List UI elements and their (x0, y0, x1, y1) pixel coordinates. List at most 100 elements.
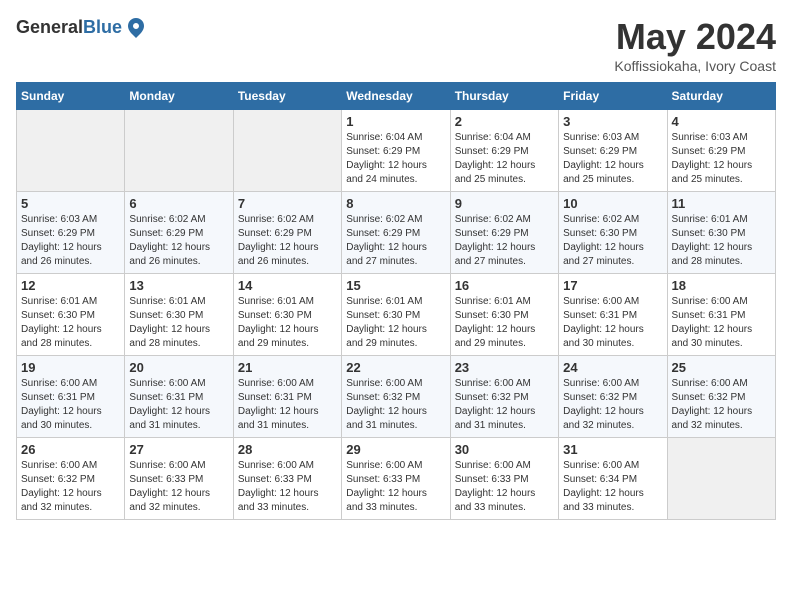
day-info: Sunrise: 6:00 AMSunset: 6:33 PMDaylight:… (238, 459, 337, 515)
weekday-header-wednesday: Wednesday (342, 83, 450, 110)
calendar-cell: 3 Sunrise: 6:03 AMSunset: 6:29 PMDaylight… (559, 110, 667, 192)
weekday-header-friday: Friday (559, 83, 667, 110)
calendar-cell: 18Sunrise: 6:00 AMSunset: 6:31 PMDayligh… (667, 274, 775, 356)
day-number: 28 (238, 442, 337, 457)
calendar-cell: 6Sunrise: 6:02 AMSunset: 6:29 PMDaylight… (125, 192, 233, 274)
calendar-cell: 30 Sunrise: 6:00 AMSunset: 6:33 PMDayligh… (450, 438, 558, 520)
calendar-cell: 22 Sunrise: 6:00 AMSunset: 6:32 PMDayligh… (342, 356, 450, 438)
day-number: 21 (238, 360, 337, 375)
day-info: Sunrise: 6:00 AMSunset: 6:34 PMDaylight:… (563, 459, 662, 515)
day-number: 13 (129, 278, 228, 293)
week-row-1: 1Sunrise: 6:04 AMSunset: 6:29 PMDaylight… (17, 110, 776, 192)
day-info: Sunrise: 6:01 AMSunset: 6:30 PMDaylight:… (129, 295, 228, 351)
calendar-cell: 27 Sunrise: 6:00 AMSunset: 6:33 PMDayligh… (125, 438, 233, 520)
calendar-cell: 29 Sunrise: 6:00 AMSunset: 6:33 PMDayligh… (342, 438, 450, 520)
calendar-cell: 17 Sunrise: 6:00 AMSunset: 6:31 PMDayligh… (559, 274, 667, 356)
calendar-cell: 12 Sunrise: 6:01 AMSunset: 6:30 PMDayligh… (17, 274, 125, 356)
day-info: Sunrise: 6:00 AMSunset: 6:31 PMDaylight:… (21, 377, 120, 433)
day-info: Sunrise: 6:00 AMSunset: 6:33 PMDaylight:… (346, 459, 445, 515)
day-info: Sunrise: 6:00 AMSunset: 6:32 PMDaylight:… (455, 377, 554, 433)
day-info: Sunrise: 6:00 AMSunset: 6:31 PMDaylight:… (238, 377, 337, 433)
title-area: May 2024 Koffissiokaha, Ivory Coast (614, 16, 776, 74)
day-info: Sunrise: 6:01 AMSunset: 6:30 PMDaylight:… (455, 295, 554, 351)
calendar-cell: 7Sunrise: 6:02 AMSunset: 6:29 PMDaylight… (233, 192, 341, 274)
calendar-cell: 19 Sunrise: 6:00 AMSunset: 6:31 PMDayligh… (17, 356, 125, 438)
calendar-cell: 5Sunrise: 6:03 AMSunset: 6:29 PMDaylight… (17, 192, 125, 274)
day-number: 25 (672, 360, 771, 375)
calendar-cell: 8 Sunrise: 6:02 AMSunset: 6:29 PMDaylight… (342, 192, 450, 274)
calendar-cell (233, 110, 341, 192)
calendar-cell: 9Sunrise: 6:02 AMSunset: 6:29 PMDaylight… (450, 192, 558, 274)
calendar-cell: 15 Sunrise: 6:01 AMSunset: 6:30 PMDayligh… (342, 274, 450, 356)
day-number: 14 (238, 278, 337, 293)
day-info: Sunrise: 6:00 AMSunset: 6:31 PMDaylight:… (672, 295, 771, 351)
day-info: Sunrise: 6:03 AMSunset: 6:29 PMDaylight:… (672, 131, 771, 187)
calendar-cell: 28 Sunrise: 6:00 AMSunset: 6:33 PMDayligh… (233, 438, 341, 520)
calendar-cell: 25 Sunrise: 6:00 AMSunset: 6:32 PMDayligh… (667, 356, 775, 438)
day-info: Sunrise: 6:00 AMSunset: 6:32 PMDaylight:… (672, 377, 771, 433)
calendar-cell: 20Sunrise: 6:00 AMSunset: 6:31 PMDayligh… (125, 356, 233, 438)
day-number: 9 (455, 196, 554, 211)
weekday-header-saturday: Saturday (667, 83, 775, 110)
day-info: Sunrise: 6:01 AMSunset: 6:30 PMDaylight:… (346, 295, 445, 351)
day-number: 26 (21, 442, 120, 457)
day-info: Sunrise: 6:01 AMSunset: 6:30 PMDaylight:… (21, 295, 120, 351)
day-number: 17 (563, 278, 662, 293)
calendar-table: SundayMondayTuesdayWednesdayThursdayFrid… (16, 82, 776, 520)
calendar-cell (17, 110, 125, 192)
day-info: Sunrise: 6:03 AMSunset: 6:29 PMDaylight:… (21, 213, 120, 269)
day-info: Sunrise: 6:02 AMSunset: 6:29 PMDaylight:… (346, 213, 445, 269)
day-info: Sunrise: 6:00 AMSunset: 6:32 PMDaylight:… (21, 459, 120, 515)
day-number: 19 (21, 360, 120, 375)
day-number: 8 (346, 196, 445, 211)
calendar-cell (667, 438, 775, 520)
location: Koffissiokaha, Ivory Coast (614, 58, 776, 74)
day-info: Sunrise: 6:02 AMSunset: 6:30 PMDaylight:… (563, 213, 662, 269)
day-number: 15 (346, 278, 445, 293)
day-number: 27 (129, 442, 228, 457)
day-info: Sunrise: 6:00 AMSunset: 6:32 PMDaylight:… (563, 377, 662, 433)
weekday-header-tuesday: Tuesday (233, 83, 341, 110)
day-number: 4 (672, 114, 771, 129)
day-info: Sunrise: 6:00 AMSunset: 6:32 PMDaylight:… (346, 377, 445, 433)
day-number: 2 (455, 114, 554, 129)
logo: GeneralBlue (16, 16, 148, 40)
calendar-cell: 1Sunrise: 6:04 AMSunset: 6:29 PMDaylight… (342, 110, 450, 192)
day-info: Sunrise: 6:03 AMSunset: 6:29 PMDaylight:… (563, 131, 662, 187)
logo-icon (124, 16, 148, 40)
weekday-header-monday: Monday (125, 83, 233, 110)
day-number: 3 (563, 114, 662, 129)
day-info: Sunrise: 6:04 AMSunset: 6:29 PMDaylight:… (455, 131, 554, 187)
day-info: Sunrise: 6:00 AMSunset: 6:31 PMDaylight:… (129, 377, 228, 433)
day-number: 30 (455, 442, 554, 457)
calendar-cell: 21 Sunrise: 6:00 AMSunset: 6:31 PMDayligh… (233, 356, 341, 438)
day-info: Sunrise: 6:00 AMSunset: 6:33 PMDaylight:… (129, 459, 228, 515)
day-number: 16 (455, 278, 554, 293)
day-info: Sunrise: 6:01 AMSunset: 6:30 PMDaylight:… (238, 295, 337, 351)
week-row-4: 19 Sunrise: 6:00 AMSunset: 6:31 PMDayligh… (17, 356, 776, 438)
day-number: 24 (563, 360, 662, 375)
calendar-cell: 13 Sunrise: 6:01 AMSunset: 6:30 PMDayligh… (125, 274, 233, 356)
calendar-cell (125, 110, 233, 192)
page-header: GeneralBlue May 2024 Koffissiokaha, Ivor… (16, 16, 776, 74)
day-info: Sunrise: 6:01 AMSunset: 6:30 PMDaylight:… (672, 213, 771, 269)
calendar-cell: 26 Sunrise: 6:00 AMSunset: 6:32 PMDayligh… (17, 438, 125, 520)
weekday-header-row: SundayMondayTuesdayWednesdayThursdayFrid… (17, 83, 776, 110)
calendar-cell: 10 Sunrise: 6:02 AMSunset: 6:30 PMDayligh… (559, 192, 667, 274)
day-number: 22 (346, 360, 445, 375)
day-info: Sunrise: 6:00 AMSunset: 6:31 PMDaylight:… (563, 295, 662, 351)
calendar-cell: 31 Sunrise: 6:00 AMSunset: 6:34 PMDayligh… (559, 438, 667, 520)
day-info: Sunrise: 6:04 AMSunset: 6:29 PMDaylight:… (346, 131, 445, 187)
logo-general: GeneralBlue (16, 18, 122, 38)
day-number: 31 (563, 442, 662, 457)
day-number: 12 (21, 278, 120, 293)
day-number: 10 (563, 196, 662, 211)
calendar-cell: 23Sunrise: 6:00 AMSunset: 6:32 PMDayligh… (450, 356, 558, 438)
day-info: Sunrise: 6:00 AMSunset: 6:33 PMDaylight:… (455, 459, 554, 515)
calendar-cell: 14 Sunrise: 6:01 AMSunset: 6:30 PMDayligh… (233, 274, 341, 356)
day-number: 29 (346, 442, 445, 457)
day-number: 11 (672, 196, 771, 211)
day-info: Sunrise: 6:02 AMSunset: 6:29 PMDaylight:… (129, 213, 228, 269)
calendar-cell: 11 Sunrise: 6:01 AMSunset: 6:30 PMDayligh… (667, 192, 775, 274)
week-row-2: 5Sunrise: 6:03 AMSunset: 6:29 PMDaylight… (17, 192, 776, 274)
